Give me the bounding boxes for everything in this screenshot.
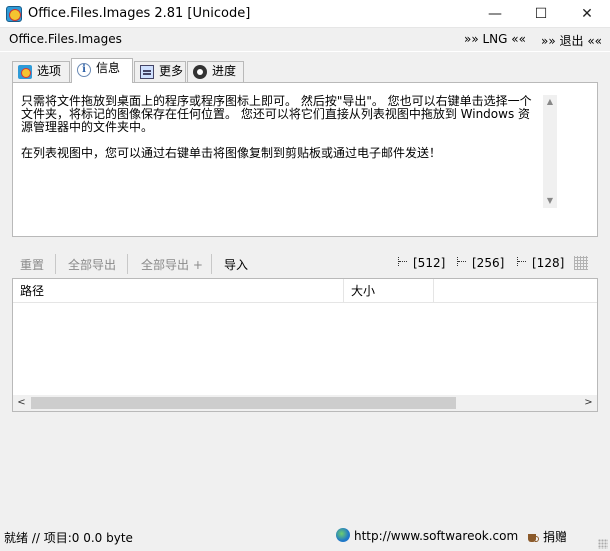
tab-options[interactable]: 选项 [12, 61, 70, 82]
size-512-button[interactable]: [512] [396, 256, 445, 270]
tab-label: 进度 [212, 64, 237, 78]
scroll-right-icon[interactable]: > [580, 395, 597, 411]
tab-label: 选项 [37, 64, 62, 78]
scroll-up-icon[interactable]: ▲ [543, 95, 557, 109]
website-url: http://www.softwareok.com [354, 529, 519, 543]
window-title: Office.Files.Images 2.81 [Unicode] [28, 6, 251, 21]
progress-icon [193, 65, 207, 79]
toolbar-separator [211, 254, 212, 274]
tab-progress[interactable]: 进度 [187, 61, 244, 82]
size-label: [256] [472, 256, 505, 270]
tree-icon [455, 256, 469, 268]
info-paragraph: 只需将文件拖放到桌面上的程序或程序图标上即可。 然后按"导出"。 您也可以右键单… [21, 94, 532, 134]
menu-bar: Office.Files.Images »» LNG «« »» 退出 «« [0, 28, 610, 52]
info-panel: 只需将文件拖放到桌面上的程序或程序图标上即可。 然后按"导出"。 您也可以右键单… [12, 82, 598, 237]
donate-label: 捐赠 [543, 530, 568, 544]
website-link[interactable]: http://www.softwareok.com [336, 528, 518, 543]
info-text[interactable]: 只需将文件拖放到桌面上的程序或程序图标上即可。 然后按"导出"。 您也可以右键单… [21, 95, 533, 173]
column-header-size[interactable]: 大小 [344, 279, 434, 303]
info-paragraph: 在列表视图中，您可以通过右键单击将图像复制到剪贴板或通过电子邮件发送！ [21, 146, 442, 160]
export-all-button[interactable]: 全部导出 [68, 256, 116, 273]
size-128-button[interactable]: [128] [515, 256, 564, 270]
scroll-down-icon[interactable]: ▼ [543, 194, 557, 208]
toolbar-separator [55, 254, 56, 274]
size-256-button[interactable]: [256] [455, 256, 504, 270]
file-list[interactable]: 路径 大小 < > [12, 278, 598, 412]
import-button[interactable]: 导入 [224, 256, 248, 273]
column-header-path[interactable]: 路径 [13, 279, 344, 303]
status-bar: 就绪 // 项目:0 0.0 byte http://www.softwareo… [0, 523, 610, 551]
info-vertical-scrollbar[interactable]: ▲ ▼ [543, 95, 557, 208]
menu-exit[interactable]: »» 退出 «« [541, 32, 602, 49]
reset-button[interactable]: 重置 [20, 256, 44, 273]
status-text: 就绪 // 项目:0 0.0 byte [4, 531, 133, 545]
toolbar-separator [127, 254, 128, 274]
globe-icon [336, 528, 350, 542]
coffee-cup-icon [527, 531, 539, 543]
close-button[interactable]: ✕ [564, 0, 610, 28]
app-icon [6, 6, 22, 22]
menu-app[interactable]: Office.Files.Images [9, 32, 122, 46]
size-label: [128] [532, 256, 565, 270]
tab-label: 更多 [159, 64, 184, 78]
scroll-left-icon[interactable]: < [13, 395, 30, 411]
size-label: [512] [413, 256, 446, 270]
export-all-plus-button[interactable]: 全部导出 + [141, 256, 203, 273]
list-header: 路径 大小 [13, 279, 597, 303]
tab-label: 信息 [96, 61, 121, 75]
scroll-thumb[interactable] [31, 397, 456, 409]
tree-icon [515, 256, 529, 268]
options-icon [18, 65, 32, 79]
resize-grip-icon[interactable] [598, 539, 608, 549]
more-icon [140, 65, 154, 79]
title-bar: Office.Files.Images 2.81 [Unicode] — ☐ ✕ [0, 0, 610, 28]
tree-icon [396, 256, 410, 268]
menu-language[interactable]: »» LNG «« [464, 32, 526, 46]
minimize-button[interactable]: — [472, 0, 518, 28]
donate-link[interactable]: 捐赠 [527, 528, 567, 545]
tab-more[interactable]: 更多 [134, 61, 186, 82]
toolbar: 重置 全部导出 全部导出 + 导入 [512] [256] [128] [12, 254, 598, 274]
tab-info[interactable]: i 信息 [71, 58, 133, 83]
maximize-button[interactable]: ☐ [518, 0, 564, 28]
grid-view-icon[interactable] [574, 256, 588, 270]
info-icon: i [77, 63, 91, 77]
list-horizontal-scrollbar[interactable]: < > [13, 395, 597, 411]
